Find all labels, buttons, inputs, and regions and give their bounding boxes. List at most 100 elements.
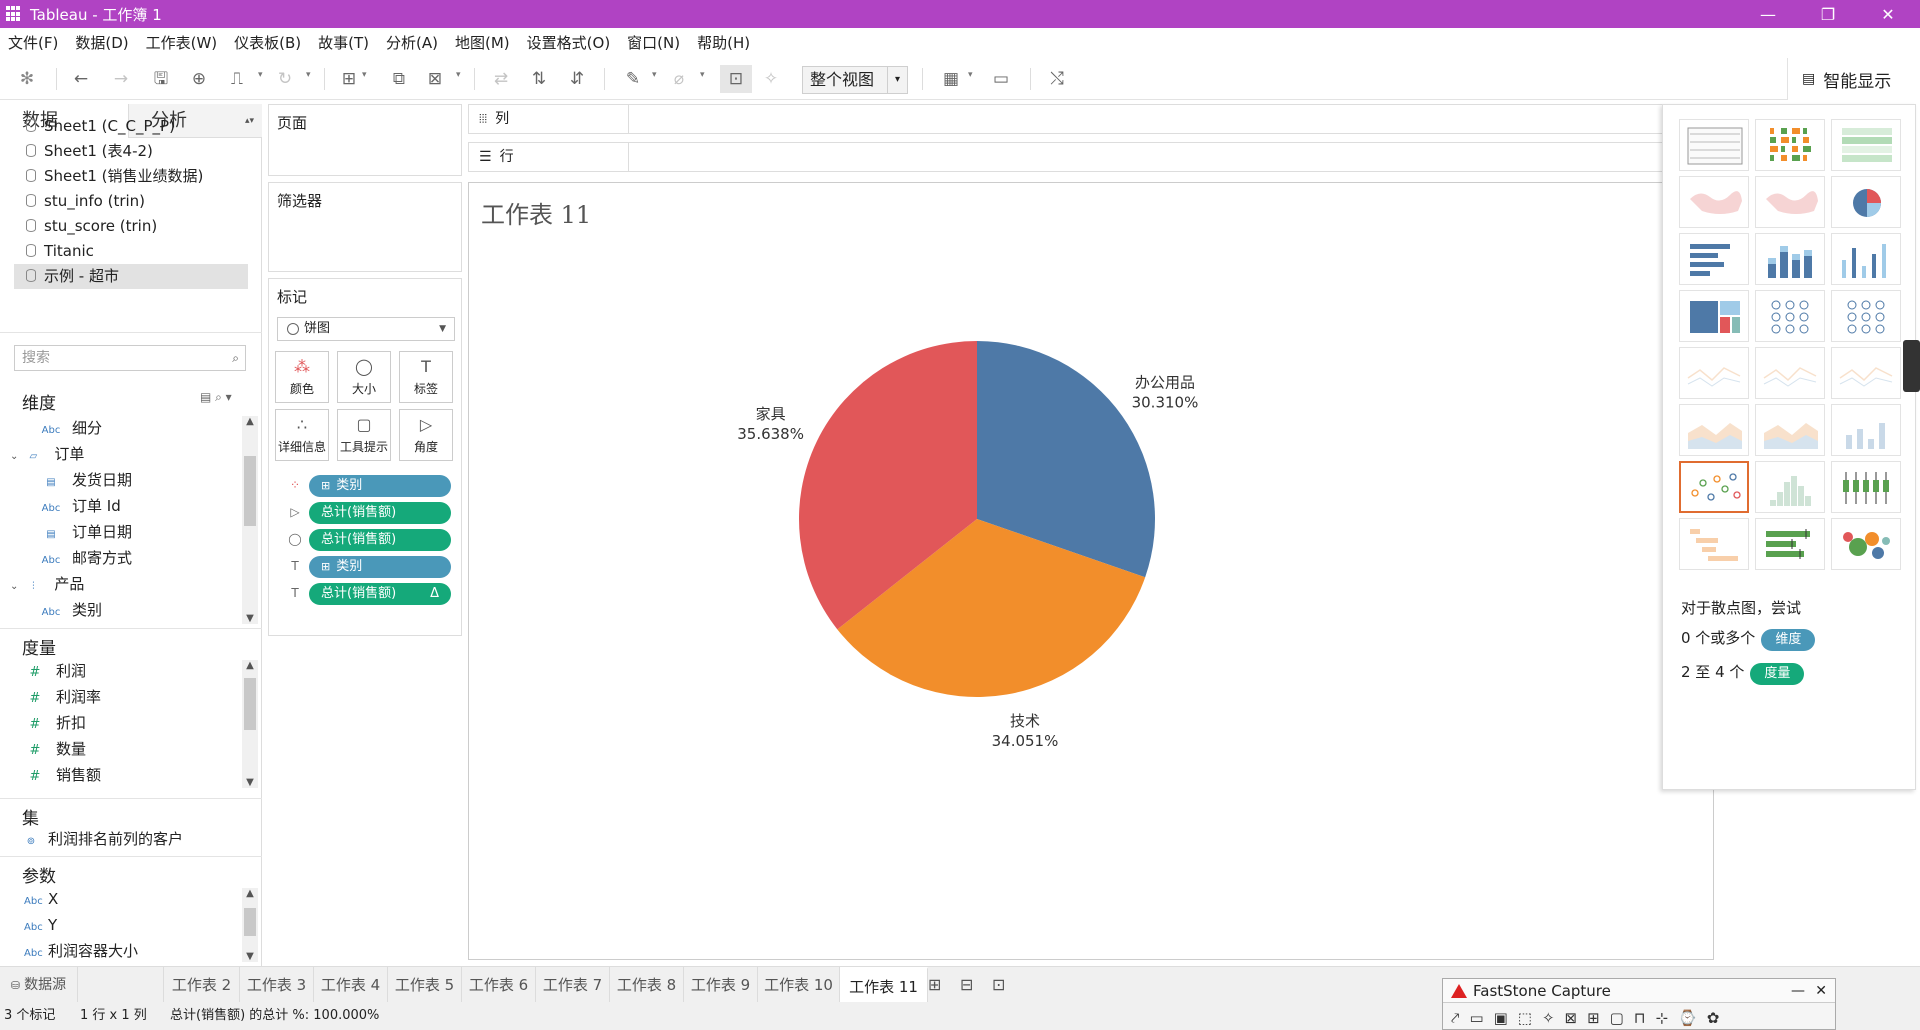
- measure-field[interactable]: # 销售额: [24, 762, 101, 788]
- sheet-tab[interactable]: 工作表 11: [840, 967, 928, 1003]
- dimension-field[interactable]: Abc 邮寄方式: [40, 545, 132, 571]
- search-input[interactable]: 搜索 ⌕: [14, 345, 246, 371]
- measure-field[interactable]: # 折扣: [24, 710, 86, 736]
- menu-item-3[interactable]: 仪表板(B): [234, 32, 301, 53]
- datasource-item[interactable]: stu_score (trin): [14, 214, 248, 239]
- sheet-tab[interactable]: 工作表 9: [684, 967, 758, 1003]
- chart-type-dual-line[interactable]: [1831, 347, 1901, 399]
- faststone-close-icon[interactable]: ✕: [1815, 979, 1827, 1003]
- sort-descending-icon[interactable]: ⇵: [566, 68, 588, 90]
- sheet-tab[interactable]: 工作表 4: [314, 967, 388, 1003]
- redo-icon[interactable]: →: [110, 68, 132, 90]
- fix-axes-icon[interactable]: ✧: [760, 68, 782, 90]
- view-list-icon[interactable]: ▤ ⌕ ▾: [200, 390, 232, 405]
- chart-type-text-table[interactable]: [1679, 119, 1749, 171]
- measure-field[interactable]: # 利润: [24, 658, 86, 684]
- presentation-mode-icon[interactable]: ▭: [990, 68, 1012, 90]
- marks-angle-button[interactable]: ▷ 角度: [399, 409, 453, 461]
- datasource-item[interactable]: Sheet1 (表4-2): [14, 139, 248, 164]
- datasource-item[interactable]: stu_info (trin): [14, 189, 248, 214]
- datasource-item[interactable]: Sheet1 (C_C_P_P): [14, 114, 248, 139]
- clear-sheet-icon[interactable]: ⊠: [424, 68, 446, 90]
- new-story-tab-icon[interactable]: ⊡: [992, 975, 1005, 994]
- menu-item-0[interactable]: 文件(F): [8, 32, 58, 53]
- chart-type-area-discrete[interactable]: [1755, 404, 1825, 456]
- chart-type-heat-map[interactable]: [1755, 119, 1825, 171]
- chart-type-histogram[interactable]: [1755, 461, 1825, 513]
- chart-type-scatter-plot[interactable]: [1679, 461, 1749, 513]
- dimension-folder[interactable]: ⌄ ⫶ 产品: [10, 571, 84, 597]
- set-item[interactable]: ⊚ 利润排名前列的客户: [24, 826, 183, 852]
- menu-item-4[interactable]: 故事(T): [318, 32, 369, 53]
- save-icon[interactable]: 🖫: [150, 68, 172, 90]
- sheet-tab[interactable]: 工作表 7: [536, 967, 610, 1003]
- dimension-field[interactable]: Abc 订单 Id: [40, 493, 121, 519]
- refresh-icon[interactable]: ↻: [274, 68, 296, 90]
- chart-type-symbol-map[interactable]: [1679, 176, 1749, 228]
- smart-show-button[interactable]: ▤ 智能显示: [1787, 58, 1920, 100]
- faststone-minimize-icon[interactable]: —: [1791, 979, 1805, 1003]
- measure-field[interactable]: # 利润率: [24, 684, 101, 710]
- filters-shelf[interactable]: 筛选器: [268, 182, 462, 272]
- menu-item-6[interactable]: 地图(M): [455, 32, 510, 53]
- chart-type-filled-map[interactable]: [1755, 176, 1825, 228]
- panel-resize-handle[interactable]: [1903, 340, 1920, 392]
- marks-pill[interactable]: ⊞ 类别: [309, 556, 451, 578]
- measure-field[interactable]: # 数量: [24, 736, 86, 762]
- tab-datasource[interactable]: ⛁ 数据源: [0, 967, 78, 1003]
- menu-item-7[interactable]: 设置格式(O): [527, 32, 611, 53]
- group-icon[interactable]: ⌀: [668, 68, 690, 90]
- dimension-field[interactable]: Abc 细分: [40, 415, 102, 441]
- dimension-field[interactable]: ▤ 订单日期: [40, 519, 132, 545]
- rows-shelf[interactable]: ☰ 行: [468, 142, 1696, 172]
- marks-tooltip-button[interactable]: ▢ 工具提示: [337, 409, 391, 461]
- chart-type-dual-combination[interactable]: [1831, 404, 1901, 456]
- chart-type-horizontal-bar[interactable]: [1679, 233, 1749, 285]
- sheet-tab[interactable]: 工作表 3: [240, 967, 314, 1003]
- faststone-tools[interactable]: ⤤▭▣⬚✧⊠⊞▢⊓⊹⌚✿: [1451, 1009, 1729, 1027]
- dimension-field[interactable]: ▤ 发货日期: [40, 467, 132, 493]
- datasource-item[interactable]: Sheet1 (销售业绩数据): [14, 164, 248, 189]
- swap-icon[interactable]: ⇄: [490, 68, 512, 90]
- new-dashboard-tab-icon[interactable]: ⊟: [960, 975, 973, 994]
- marks-size-button[interactable]: ◯ 大小: [337, 351, 391, 403]
- marks-color-button[interactable]: ⁂ 颜色: [275, 351, 329, 403]
- sheet-tab[interactable]: 工作表 10: [758, 967, 840, 1003]
- pie-chart[interactable]: 办公用品 30.310% 技术 34.051% 家具 35.638%: [469, 183, 1713, 959]
- marks-detail-button[interactable]: ∴ 详细信息: [275, 409, 329, 461]
- marks-label-button[interactable]: T 标签: [399, 351, 453, 403]
- parameter-field[interactable]: Abc 利润容器大小: [24, 938, 138, 964]
- chart-type-bullet[interactable]: [1755, 518, 1825, 570]
- columns-shelf[interactable]: ⦙⦙⦙ 列: [468, 104, 1696, 134]
- tableau-home-icon[interactable]: ✻: [16, 68, 38, 90]
- chart-type-packed-bubbles[interactable]: [1831, 518, 1901, 570]
- share-icon[interactable]: ⤭: [1046, 68, 1068, 90]
- pause-updates-icon[interactable]: ⎍: [226, 68, 248, 90]
- menu-item-5[interactable]: 分析(A): [386, 32, 438, 53]
- dimension-folder[interactable]: ⌄ ▱ 订单: [10, 441, 84, 467]
- menu-item-9[interactable]: 帮助(H): [697, 32, 750, 53]
- chart-type-stacked-bar[interactable]: [1755, 233, 1825, 285]
- marks-pill[interactable]: 总计(销售额) Δ: [309, 583, 451, 605]
- new-worksheet-icon[interactable]: ⊞: [338, 68, 360, 90]
- chart-type-side-by-side-circle[interactable]: [1831, 290, 1901, 342]
- chart-type-gantt[interactable]: [1679, 518, 1749, 570]
- menu-item-2[interactable]: 工作表(W): [146, 32, 218, 53]
- parameter-field[interactable]: Abc Y: [24, 912, 57, 938]
- mark-type-dropdown[interactable]: 饼图 ▼: [277, 317, 455, 341]
- sort-ascending-icon[interactable]: ⇅: [528, 68, 550, 90]
- undo-icon[interactable]: ←: [70, 68, 92, 90]
- duplicate-icon[interactable]: ⧉: [388, 68, 410, 90]
- marks-pill[interactable]: 总计(销售额): [309, 529, 451, 551]
- sheet-tab[interactable]: 工作表 2: [164, 967, 240, 1003]
- new-datasource-icon[interactable]: ⊕: [188, 68, 210, 90]
- sheet-tab[interactable]: 工作表 6: [462, 967, 536, 1003]
- dimension-field[interactable]: Abc 类别: [40, 597, 102, 623]
- menu-item-8[interactable]: 窗口(N): [627, 32, 680, 53]
- marks-pill[interactable]: ⊞ 类别: [309, 475, 451, 497]
- show-cards-icon[interactable]: ▦: [940, 68, 962, 90]
- pages-shelf[interactable]: 页面: [268, 104, 462, 176]
- chart-type-box-whisker[interactable]: [1831, 461, 1901, 513]
- highlight-icon[interactable]: ✎: [622, 68, 644, 90]
- fit-view-dropdown[interactable]: 整个视图 ▾: [802, 66, 908, 94]
